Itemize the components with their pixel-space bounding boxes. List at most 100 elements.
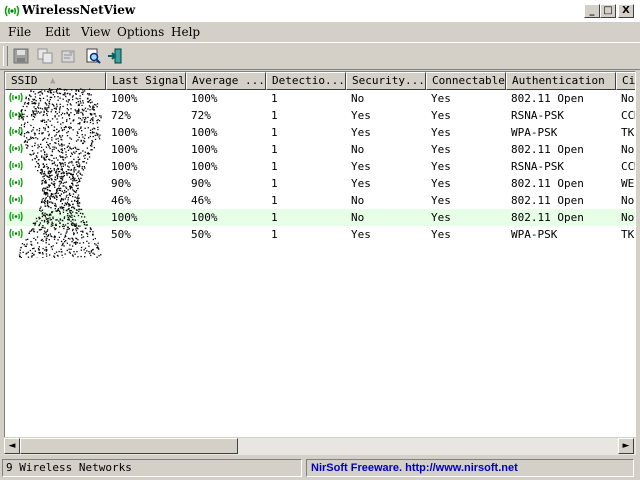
cell-detection: 1 [271, 177, 278, 190]
cell-security: Yes [351, 109, 371, 122]
cell-cipher: CCM [621, 160, 635, 173]
wireless-signal-icon [9, 228, 23, 239]
exit-icon [108, 48, 122, 64]
minimize-button[interactable]: _ [584, 4, 600, 18]
toolbar [0, 42, 640, 70]
cell-cipher: Non [621, 92, 635, 105]
cell-last-signal: 72% [111, 109, 131, 122]
cell-auth: WPA-PSK [511, 228, 558, 241]
close-button[interactable]: X [618, 4, 634, 18]
horizontal-scrollbar[interactable]: ◄ ► [4, 437, 636, 455]
cell-last-signal: 100% [111, 143, 138, 156]
menu-help[interactable]: Help [171, 25, 200, 39]
save-icon [13, 48, 29, 64]
column-header-average[interactable]: Average ... [186, 72, 266, 90]
cell-detection: 1 [271, 109, 278, 122]
cell-connectable: Yes [431, 126, 451, 139]
cell-security: Yes [351, 228, 371, 241]
cell-average: 46% [191, 194, 211, 207]
table-row[interactable]: 72% 72% 1 Yes Yes RSNA-PSK CCM [5, 107, 635, 124]
exit-button[interactable] [104, 46, 126, 66]
cell-cipher: Non [621, 211, 635, 224]
cell-average: 72% [191, 109, 211, 122]
menu-options[interactable]: Options [117, 25, 164, 39]
column-header-ssid[interactable]: SSID ▲ [5, 72, 106, 90]
wireless-signal-icon [9, 126, 23, 137]
column-header-detection[interactable]: Detectio... [266, 72, 346, 90]
wireless-signal-icon [9, 92, 23, 103]
status-nirsoft-link[interactable]: NirSoft Freeware. http://www.nirsoft.net [306, 459, 634, 477]
wireless-signal-icon [9, 160, 23, 171]
cell-connectable: Yes [431, 160, 451, 173]
table-row[interactable]: 100% 100% 1 No Yes 802.11 Open Non [5, 209, 635, 226]
cell-connectable: Yes [431, 92, 451, 105]
table-row[interactable]: 100% 100% 1 No Yes 802.11 Open Non [5, 141, 635, 158]
menu-bar: File Edit View Options Help [0, 22, 640, 42]
wireless-app-icon [4, 5, 20, 17]
menu-edit[interactable]: Edit [45, 25, 70, 39]
find-icon [86, 48, 101, 64]
cell-detection: 1 [271, 160, 278, 173]
save-button[interactable] [10, 46, 32, 66]
column-header-cipher[interactable]: Ci [616, 72, 635, 90]
scroll-left-button[interactable]: ◄ [4, 438, 20, 454]
table-row[interactable]: 100% 100% 1 Yes Yes RSNA-PSK CCM [5, 158, 635, 175]
table-row[interactable]: 50% 50% 1 Yes Yes WPA-PSK TKI [5, 226, 635, 243]
toolbar-grip [3, 46, 8, 66]
table-row[interactable]: 100% 100% 1 Yes Yes WPA-PSK TKI [5, 124, 635, 141]
cell-average: 100% [191, 211, 218, 224]
cell-security: No [351, 92, 365, 105]
wireless-signal-icon [9, 143, 23, 154]
menu-view[interactable]: View [81, 25, 111, 39]
cell-average: 90% [191, 177, 211, 190]
cell-auth: 802.11 Open [511, 211, 584, 224]
cell-detection: 1 [271, 211, 278, 224]
table-row[interactable]: 100% 100% 1 No Yes 802.11 Open Non [5, 90, 635, 107]
menu-file[interactable]: File [8, 25, 31, 39]
cell-auth: 802.11 Open [511, 194, 584, 207]
properties-button[interactable] [57, 46, 79, 66]
cell-detection: 1 [271, 92, 278, 105]
cell-detection: 1 [271, 143, 278, 156]
cell-security: Yes [351, 177, 371, 190]
sort-ascending-icon: ▲ [50, 76, 56, 86]
wireless-signal-icon [9, 211, 23, 222]
cell-average: 50% [191, 228, 211, 241]
status-bar: 9 Wireless Networks NirSoft Freeware. ht… [0, 456, 640, 480]
find-button[interactable] [82, 46, 104, 66]
maximize-button[interactable]: □ [600, 4, 616, 18]
cell-security: Yes [351, 126, 371, 139]
cell-connectable: Yes [431, 109, 451, 122]
cell-average: 100% [191, 143, 218, 156]
copy-button[interactable] [34, 46, 56, 66]
column-header-connectable[interactable]: Connectable [426, 72, 506, 90]
cell-last-signal: 100% [111, 211, 138, 224]
column-header-authentication[interactable]: Authentication [506, 72, 616, 90]
cell-connectable: Yes [431, 211, 451, 224]
cell-connectable: Yes [431, 177, 451, 190]
copy-icon [37, 48, 53, 64]
cell-last-signal: 50% [111, 228, 131, 241]
cell-auth: 802.11 Open [511, 92, 584, 105]
title-bar: WirelessNetView _ □ X [0, 0, 640, 23]
column-header-security[interactable]: Security... [346, 72, 426, 90]
cell-connectable: Yes [431, 194, 451, 207]
cell-average: 100% [191, 126, 218, 139]
networks-list[interactable]: SSID ▲ Last Signal Average ... Detectio.… [4, 71, 636, 455]
scroll-thumb[interactable] [20, 438, 238, 454]
table-row[interactable]: 46% 46% 1 No Yes 802.11 Open Non [5, 192, 635, 209]
table-row[interactable]: 90% 90% 1 Yes Yes 802.11 Open WEP [5, 175, 635, 192]
scroll-right-button[interactable]: ► [618, 438, 634, 454]
wireless-signal-icon [9, 177, 23, 188]
wireless-signal-icon [9, 194, 23, 205]
properties-icon [61, 50, 75, 63]
cell-cipher: Non [621, 194, 635, 207]
cell-auth: 802.11 Open [511, 143, 584, 156]
wireless-signal-icon [9, 109, 23, 120]
cell-security: No [351, 143, 365, 156]
cell-average: 100% [191, 160, 218, 173]
column-header-last-signal[interactable]: Last Signal [106, 72, 186, 90]
cell-auth: RSNA-PSK [511, 160, 564, 173]
cell-last-signal: 46% [111, 194, 131, 207]
cell-detection: 1 [271, 126, 278, 139]
